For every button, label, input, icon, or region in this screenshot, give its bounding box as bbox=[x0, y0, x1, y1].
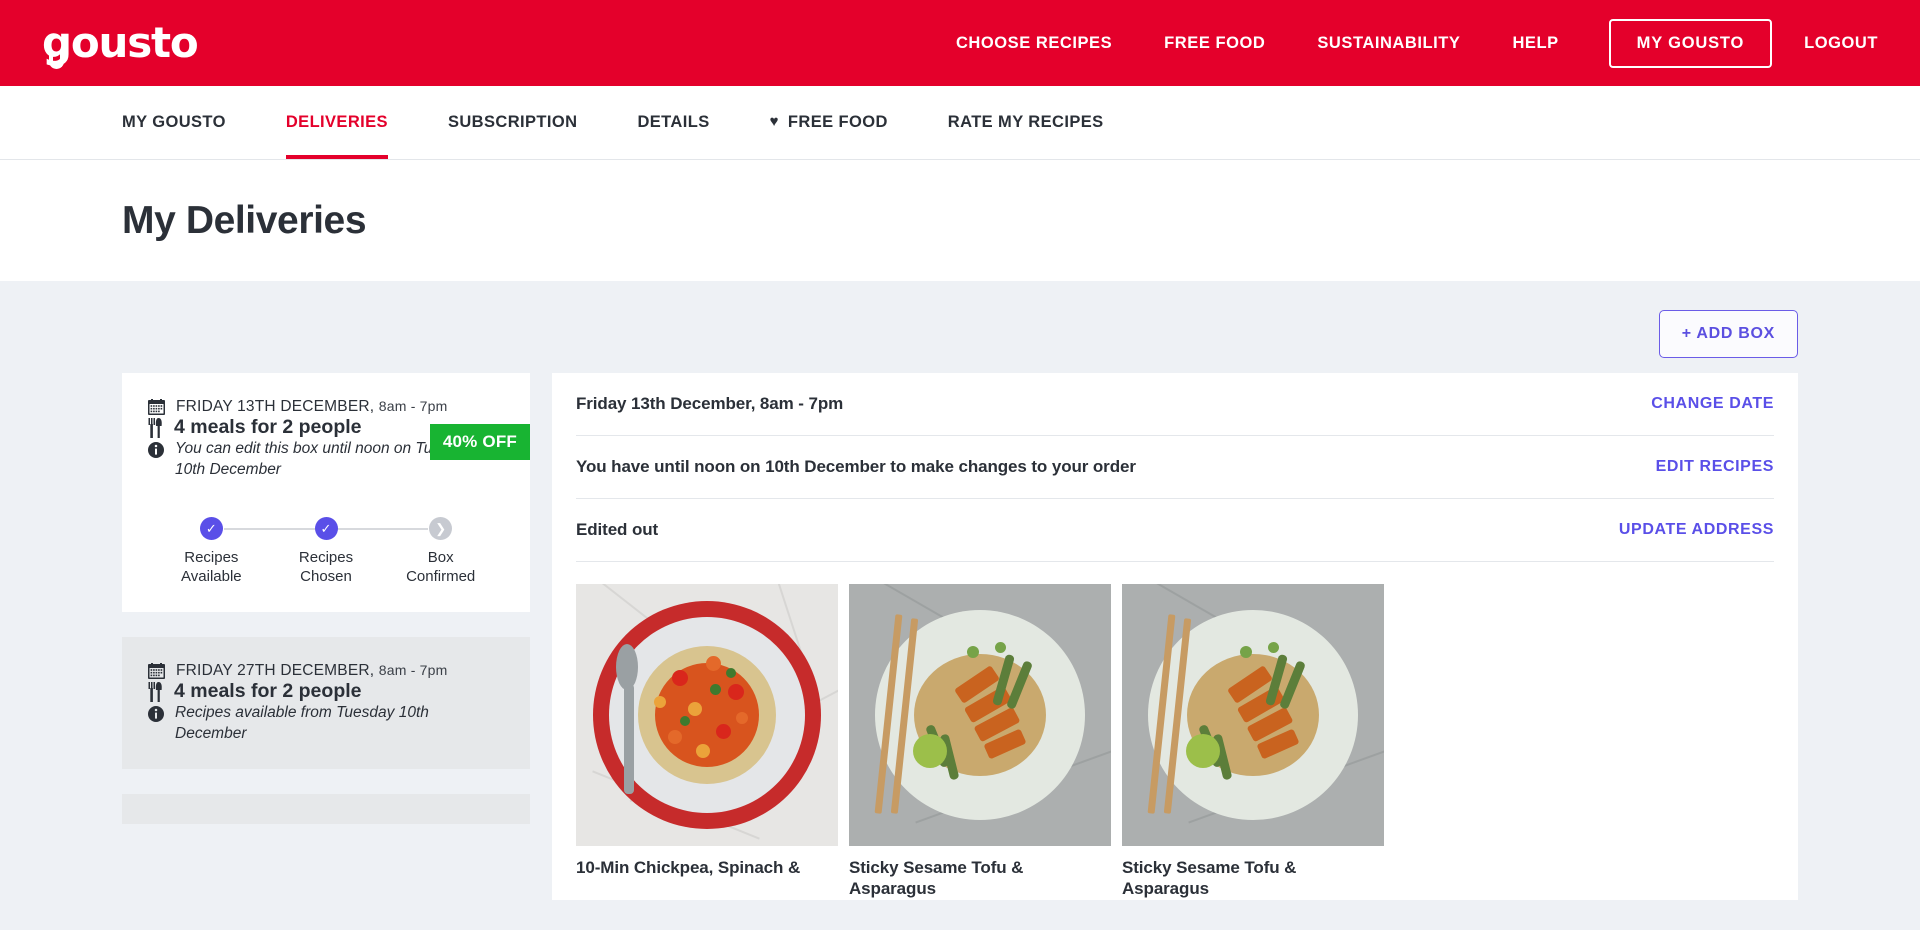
step-label-line2: Available bbox=[181, 567, 242, 585]
delivery-slot-value: 8am - 7pm bbox=[378, 398, 448, 414]
recipe-card[interactable]: Sticky Sesame Tofu & Asparagus bbox=[1122, 584, 1384, 900]
step-recipes-chosen: ✓ Recipes Chosen bbox=[269, 516, 384, 587]
subnav-label: RATE MY RECIPES bbox=[947, 113, 1104, 131]
detail-address-text: Edited out bbox=[576, 520, 659, 539]
step-check-icon: ✓ bbox=[199, 516, 223, 540]
subnav-label: DELIVERIES bbox=[285, 113, 388, 131]
delivery-slot-value: 8am - 7pm bbox=[378, 662, 448, 679]
step-label: Recipes Available bbox=[181, 549, 242, 587]
logo-swoosh-icon bbox=[49, 52, 64, 69]
subnav-label: MY GOUSTO bbox=[122, 113, 226, 131]
delivery-date-text: FRIDAY 13TH DECEMBER, 8am - 7pm bbox=[176, 397, 448, 416]
recipe-title: Sticky Sesame Tofu & Asparagus bbox=[1122, 858, 1297, 899]
update-address-link[interactable]: UPDATE ADDRESS bbox=[1619, 521, 1774, 539]
step-label-line1: Recipes bbox=[184, 548, 239, 566]
recipe-card[interactable]: Sticky Sesame Tofu & Asparagus bbox=[849, 584, 1111, 900]
delivery-date-value: FRIDAY 27TH DECEMBER, bbox=[176, 662, 375, 680]
heart-icon: ♥ bbox=[769, 113, 779, 130]
subnav-item-deliveries[interactable]: DELIVERIES bbox=[285, 86, 389, 159]
step-check-icon: ✓ bbox=[314, 516, 338, 540]
topnav-free-food[interactable]: FREE FOOD bbox=[1138, 34, 1291, 53]
deliveries-layout: 40% OFF FRIDAY 13TH DECEMBER, 8am - 7pm … bbox=[122, 373, 1798, 900]
edit-recipes-link[interactable]: EDIT RECIPES bbox=[1656, 458, 1774, 476]
info-icon bbox=[148, 442, 164, 458]
account-subnav: MY GOUSTO DELIVERIES SUBSCRIPTION DETAIL… bbox=[0, 86, 1920, 160]
subnav-label: FREE FOOD bbox=[787, 113, 888, 131]
page-title-band: My Deliveries bbox=[0, 160, 1920, 281]
my-gousto-button[interactable]: MY GOUSTO bbox=[1608, 18, 1773, 68]
recipe-image-tofu bbox=[849, 584, 1111, 846]
subnav-item-rate-my-recipes[interactable]: RATE MY RECIPES bbox=[948, 86, 1104, 159]
recipe-image-chickpea bbox=[576, 584, 838, 846]
delivery-date-text: FRIDAY 27TH DECEMBER, 8am - 7pm bbox=[176, 661, 448, 680]
delivery-date-value: FRIDAY 13TH DECEMBER, bbox=[176, 398, 375, 415]
step-box-confirmed: ❯ Box Confirmed bbox=[383, 516, 498, 587]
add-box-button[interactable]: + ADD BOX bbox=[1658, 310, 1798, 358]
recipe-card[interactable]: 10-Min Chickpea, Spinach & bbox=[576, 584, 838, 900]
detail-row-deadline: You have until noon on 10th December to … bbox=[576, 436, 1774, 499]
top-header-bar: gousto CHOOSE RECIPES FREE FOOD SUSTAINA… bbox=[0, 0, 1920, 86]
calendar-icon bbox=[148, 399, 165, 415]
delivery-card-secondary[interactable]: FRIDAY 27TH DECEMBER, 8am - 7pm 4 meals … bbox=[122, 637, 530, 770]
step-label-line1: Recipes bbox=[298, 548, 354, 566]
topnav-choose-recipes[interactable]: CHOOSE RECIPES bbox=[930, 34, 1138, 53]
recipe-list: 10-Min Chickpea, Spinach & Sticky Sesame… bbox=[576, 562, 1774, 900]
step-label-line1: Box bbox=[427, 548, 454, 566]
change-date-link[interactable]: CHANGE DATE bbox=[1651, 395, 1774, 413]
deliveries-list: 40% OFF FRIDAY 13TH DECEMBER, 8am - 7pm … bbox=[122, 373, 530, 900]
subnav-label: SUBSCRIPTION bbox=[447, 113, 578, 131]
delivery-progress-stepper: ✓ Recipes Available ✓ Recipes Chosen ❯ B… bbox=[148, 516, 504, 587]
step-label-line2: Chosen bbox=[300, 567, 352, 585]
delivery-meals-value: 4 meals for 2 people bbox=[174, 416, 362, 438]
primary-nav: CHOOSE RECIPES FREE FOOD SUSTAINABILITY … bbox=[930, 18, 1878, 68]
subnav-label: DETAILS bbox=[637, 113, 710, 131]
recipe-title: Sticky Sesame Tofu & Asparagus bbox=[849, 858, 1024, 899]
cutlery-icon bbox=[148, 418, 162, 438]
detail-date-text: Friday 13th December, 8am - 7pm bbox=[576, 394, 844, 413]
delivery-meals-value: 4 meals for 2 people bbox=[174, 680, 362, 703]
detail-panel-body: Friday 13th December, 8am - 7pm CHANGE D… bbox=[552, 373, 1798, 900]
step-label: Recipes Chosen bbox=[299, 549, 353, 587]
detail-row-date: Friday 13th December, 8am - 7pm CHANGE D… bbox=[576, 373, 1774, 436]
step-chevron-right-icon: ❯ bbox=[429, 516, 453, 540]
page-title: My Deliveries bbox=[122, 198, 367, 242]
add-box-row: + ADD BOX bbox=[122, 281, 1798, 358]
cutlery-icon bbox=[148, 682, 162, 703]
discount-badge: 40% OFF bbox=[429, 424, 530, 460]
topnav-sustainability[interactable]: SUSTAINABILITY bbox=[1291, 34, 1486, 53]
detail-deadline-text: You have until noon on 10th December to … bbox=[576, 457, 1136, 476]
subnav-item-details[interactable]: DETAILS bbox=[637, 86, 709, 159]
main-content: + ADD BOX 40% OFF FRIDAY 13TH DECEMBER, … bbox=[0, 281, 1920, 930]
subnav-item-my-gousto[interactable]: MY GOUSTO bbox=[122, 86, 226, 159]
logo-text: gousto bbox=[42, 18, 199, 67]
delivery-detail-panel: Friday 13th December, 8am - 7pm CHANGE D… bbox=[552, 373, 1798, 900]
detail-row-address: Edited out UPDATE ADDRESS bbox=[576, 499, 1774, 562]
delivery-note-value: Recipes available from Tuesday 10th Dece… bbox=[175, 704, 429, 743]
gousto-logo[interactable]: gousto bbox=[42, 22, 199, 69]
delivery-card-next-partial[interactable] bbox=[122, 794, 530, 825]
calendar-icon bbox=[148, 663, 165, 680]
delivery-note-line: Recipes available from Tuesday 10th Dece… bbox=[148, 703, 504, 745]
delivery-meals-line: 4 meals for 2 people bbox=[148, 680, 504, 703]
subnav-item-free-food[interactable]: ♥ FREE FOOD bbox=[770, 86, 888, 159]
subnav-item-subscription[interactable]: SUBSCRIPTION bbox=[448, 86, 577, 159]
info-icon bbox=[148, 706, 164, 723]
delivery-date-line: FRIDAY 27TH DECEMBER, 8am - 7pm bbox=[148, 661, 504, 680]
delivery-card-primary[interactable]: 40% OFF FRIDAY 13TH DECEMBER, 8am - 7pm … bbox=[122, 373, 530, 613]
recipe-title: 10-Min Chickpea, Spinach & bbox=[576, 858, 801, 877]
delivery-date-line: FRIDAY 13TH DECEMBER, 8am - 7pm bbox=[148, 397, 504, 416]
topnav-help[interactable]: HELP bbox=[1486, 34, 1584, 53]
logout-link[interactable]: LOGOUT bbox=[1790, 34, 1878, 53]
recipe-image-tofu bbox=[1122, 584, 1384, 846]
step-label: Box Confirmed bbox=[406, 549, 475, 587]
step-label-line2: Confirmed bbox=[406, 567, 476, 585]
step-recipes-available: ✓ Recipes Available bbox=[154, 516, 269, 587]
